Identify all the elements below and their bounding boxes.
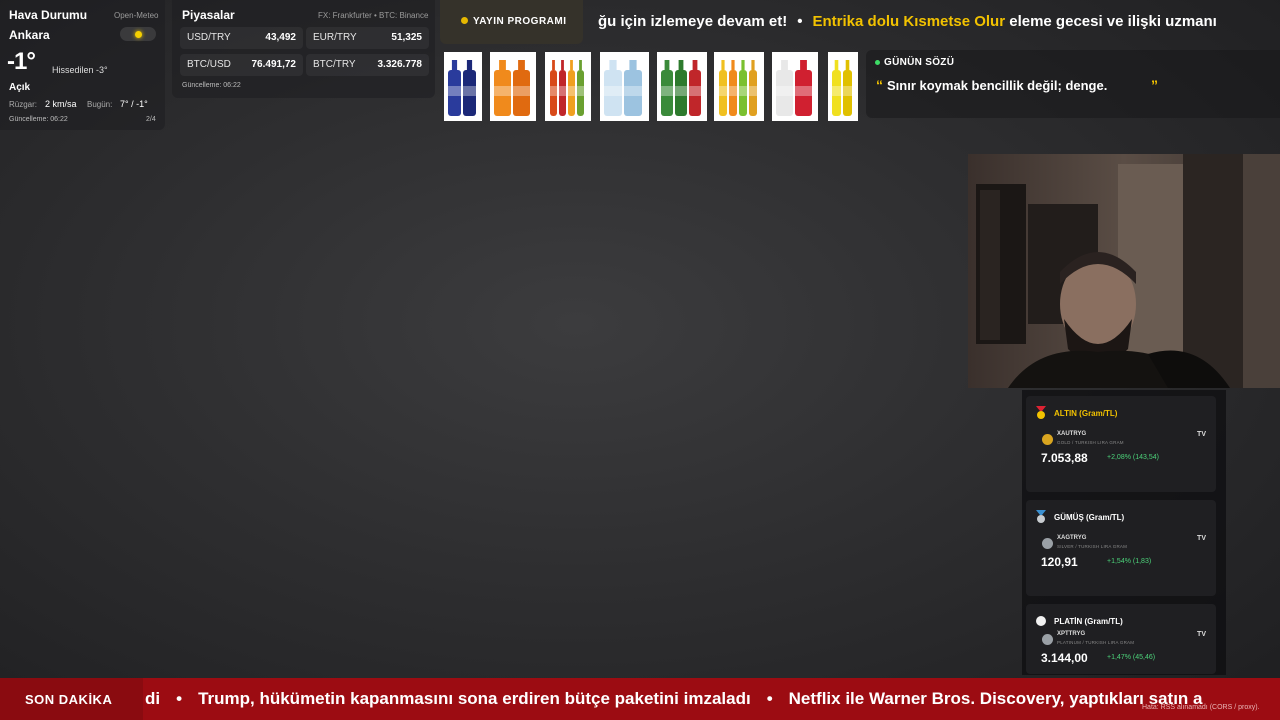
weather-temperature: -1° <box>7 48 36 75</box>
gold-medal-icon <box>1036 406 1046 419</box>
platinum-symbol-icon <box>1042 634 1053 645</box>
quote-of-the-day: GÜNÜN SÖZÜ “ Sınır koymak bencillik deği… <box>866 50 1280 118</box>
schedule-ticker-highlight: Entrika dolu Kısmetse Olur <box>812 13 1006 30</box>
market-value: 43,492 <box>265 32 296 43</box>
gold-symbol-icon <box>1042 434 1053 445</box>
weather-feels-like: Hissedilen -3° <box>52 65 108 75</box>
market-cell: BTC/TRY 3.326.778 <box>306 54 429 76</box>
metal-header: GÜMÜŞ (Gram/TL) <box>1054 513 1125 522</box>
weather-today-label: Bugün: <box>87 100 113 109</box>
tradingview-logo-icon[interactable]: TV <box>1197 535 1206 542</box>
juice-multipack-product <box>714 52 764 121</box>
markets-title: Piyasalar <box>182 8 235 22</box>
quote-open-mark: “ <box>876 77 883 93</box>
market-pair: USD/TRY <box>187 32 231 43</box>
ticker-bullet: • <box>797 13 803 30</box>
metal-symbol: XAGTRYG <box>1057 535 1087 541</box>
silver-medal-icon <box>1036 510 1046 523</box>
status-dot-icon <box>875 60 880 65</box>
metal-header: PLATİN (Gram/TL) <box>1054 617 1123 626</box>
weather-today-value: 7° / -1° <box>120 99 148 109</box>
markets-widget: Piyasalar FX: Frankfurter • BTC: Binance… <box>172 0 435 98</box>
market-pair: BTC/TRY <box>313 59 356 70</box>
red-label-bottle-product <box>772 52 818 121</box>
rss-error-message: Hata: RSS alınamadı (CORS / proxy). <box>1142 704 1260 711</box>
weather-source: Open-Meteo <box>114 11 159 20</box>
webcam-feed <box>968 154 1280 388</box>
news-item: Trump, hükümetin kapanmasını sona erdire… <box>198 689 751 708</box>
news-bullet: • <box>176 689 183 708</box>
market-cell: USD/TRY 43,492 <box>180 27 303 49</box>
weather-wind-label: Rüzgar: <box>9 100 38 109</box>
metal-card-platinum: PLATİN (Gram/TL) XPTTRYG PLATINUM / TURK… <box>1026 604 1216 674</box>
news-bullet: • <box>766 689 773 708</box>
quote-text: Sınır koymak bencillik değil; denge. <box>887 78 1108 93</box>
schedule-ticker-text: ğu için izlemeye devam et! • Entrika dolu … <box>598 13 1217 30</box>
breaking-news-label-box: SON DAKİKA <box>0 678 143 720</box>
metal-symbol: XAUTRYG <box>1057 431 1087 437</box>
schedule-ticker: YAYIN PROGRAMI ğu için izlemeye devam et… <box>440 0 1280 44</box>
market-value: 3.326.778 <box>377 59 423 70</box>
quote-close-mark: ” <box>1151 77 1158 93</box>
orange-soda-product <box>490 52 536 121</box>
breaking-news-bar: SON DAKİKA di • Trump, hükümetin kapanması… <box>0 678 1280 720</box>
green-bottle-product <box>657 52 707 121</box>
quote-label: GÜNÜN SÖZÜ <box>884 57 955 68</box>
metal-price: 3.144,00 <box>1041 651 1088 665</box>
sponsor-product-strip <box>444 52 859 122</box>
breaking-news-label: SON DAKİKA <box>25 692 113 707</box>
metal-change: +1,47% (45,46) <box>1107 654 1156 661</box>
market-pair: BTC/USD <box>187 59 231 70</box>
metal-card-silver: GÜMÜŞ (Gram/TL) XAGTRYG SILVER / TURKISH… <box>1026 500 1216 596</box>
metal-symbol-subtitle: GOLD / TURKISH LIRA GRAM <box>1057 440 1124 445</box>
live-dot-icon <box>461 17 468 24</box>
schedule-label: YAYIN PROGRAMI <box>473 16 567 27</box>
tradingview-logo-icon[interactable]: TV <box>1197 431 1206 438</box>
market-cell: EUR/TRY 51,325 <box>306 27 429 49</box>
weather-page-indicator: 2/4 <box>146 116 156 123</box>
schedule-ticker-track: ğu için izlemeye devam et! • Entrika dolu … <box>583 0 1280 44</box>
weather-condition: Açık <box>9 82 31 93</box>
metal-header: ALTIN (Gram/TL) <box>1054 409 1118 418</box>
metal-symbol-subtitle: PLATINUM / TURKISH LIRA GRAM <box>1057 640 1135 645</box>
metal-change: +1,54% (1,83) <box>1107 558 1152 565</box>
weather-wind-value: 2 km/sa <box>45 99 77 109</box>
metal-change: +2,08% (143,54) <box>1107 454 1159 461</box>
weather-widget: Hava Durumu Open-Meteo Ankara -1° Hissed… <box>0 0 165 130</box>
lemon-bottle-product <box>828 52 858 121</box>
metal-card-gold: ALTIN (Gram/TL) XAUTRYG GOLD / TURKISH L… <box>1026 396 1216 492</box>
market-pair: EUR/TRY <box>313 32 357 43</box>
metal-price: 7.053,88 <box>1041 451 1088 465</box>
precious-metals-panel: ALTIN (Gram/TL) XAUTRYG GOLD / TURKISH L… <box>1022 390 1226 675</box>
news-item: di <box>145 689 161 708</box>
metal-symbol-subtitle: SILVER / TURKISH LIRA GRAM <box>1057 544 1128 549</box>
water-bottle-product <box>600 52 649 121</box>
weather-updated: Güncelleme: 06:22 <box>9 116 68 123</box>
sun-icon <box>135 31 142 38</box>
market-value: 76.491,72 <box>251 59 297 70</box>
schedule-label-pill: YAYIN PROGRAMI <box>440 0 583 44</box>
weather-title: Hava Durumu <box>9 8 88 22</box>
silver-symbol-icon <box>1042 538 1053 549</box>
tradingview-logo-icon[interactable]: TV <box>1197 631 1206 638</box>
blue-bottle-product <box>444 52 482 121</box>
webcam-image <box>968 154 1280 388</box>
metal-symbol: XPTTRYG <box>1057 631 1086 637</box>
markets-updated: Güncelleme: 06:22 <box>182 82 241 89</box>
breaking-news-text: di • Trump, hükümetin kapanmasını sona erd… <box>145 689 1202 709</box>
weather-city: Ankara <box>9 28 50 42</box>
news-item: Netflix ile Warner Bros. Discovery, yapt… <box>788 689 1203 708</box>
schedule-ticker-item: eleme gecesi ve ilişki uzmanı <box>1009 13 1217 30</box>
soda-multipack-product <box>545 52 591 121</box>
market-cell: BTC/USD 76.491,72 <box>180 54 303 76</box>
market-value: 51,325 <box>391 32 422 43</box>
schedule-ticker-item: ğu için izlemeye devam et! <box>598 13 788 30</box>
markets-source: FX: Frankfurter • BTC: Binance <box>318 11 429 20</box>
breaking-news-track: di • Trump, hükümetin kapanmasını sona erd… <box>143 678 1280 720</box>
metal-price: 120,91 <box>1041 555 1078 569</box>
platinum-circle-icon <box>1036 616 1046 626</box>
